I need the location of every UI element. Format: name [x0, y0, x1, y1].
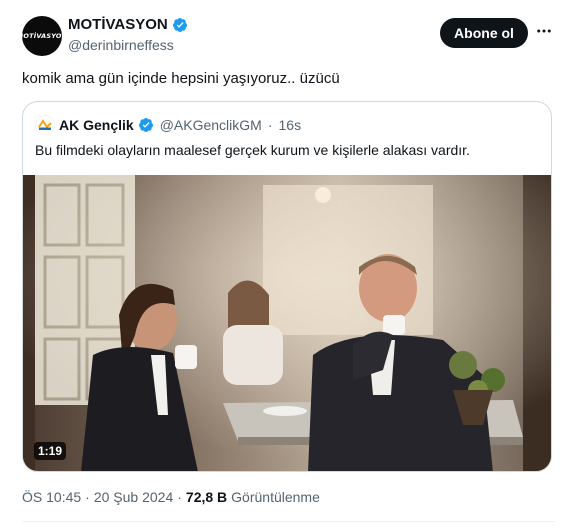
tweet-time[interactable]: ÖS 10:45: [22, 489, 81, 505]
quoted-handle[interactable]: @AKGenclikGM: [160, 117, 262, 133]
divider: [22, 521, 555, 522]
quoted-time[interactable]: 16s: [279, 117, 302, 133]
author-avatar[interactable]: MOTİVASYON: [22, 16, 62, 56]
quoted-text: Bu filmdeki olayların maalesef gerçek ku…: [35, 142, 470, 158]
quoted-avatar[interactable]: [35, 115, 55, 135]
avatar-logo: MOTİVASYON: [22, 32, 62, 40]
video-player[interactable]: 1:19: [23, 175, 551, 471]
views-label: Görüntülenme: [231, 489, 320, 505]
author-handle[interactable]: @derinbirneffess: [68, 37, 174, 53]
more-options-button[interactable]: [535, 22, 553, 40]
quoted-header: AK Gençlik @AKGenclikGM · 16s: [35, 115, 301, 135]
meta-separator: ·: [85, 489, 90, 505]
video-duration: 1:19: [34, 442, 67, 460]
views-count: 72,8 B: [185, 489, 228, 505]
more-horizontal-icon: [537, 29, 551, 33]
meta-separator: ·: [177, 489, 182, 505]
author-display-name[interactable]: MOTİVASYON: [68, 16, 168, 33]
verified-badge-icon: [172, 17, 187, 32]
follow-button[interactable]: Abone ol: [440, 18, 528, 48]
author-name-row: MOTİVASYON: [68, 16, 188, 33]
video-thumbnail: [23, 175, 551, 471]
tweet-meta: ÖS 10:45 · 20 Şub 2024 · 72,8 B Görüntül…: [22, 489, 320, 505]
tweet-text: komik ama gün içinde hepsini yaşıyoruz..…: [22, 70, 340, 87]
quoted-verified-badge-icon: [138, 118, 153, 132]
quoted-display-name[interactable]: AK Gençlik: [59, 117, 134, 133]
separator-dot: ·: [267, 117, 273, 133]
tweet-date[interactable]: 20 Şub 2024: [94, 489, 173, 505]
quoted-tweet[interactable]: AK Gençlik @AKGenclikGM · 16s Bu filmdek…: [22, 101, 552, 472]
